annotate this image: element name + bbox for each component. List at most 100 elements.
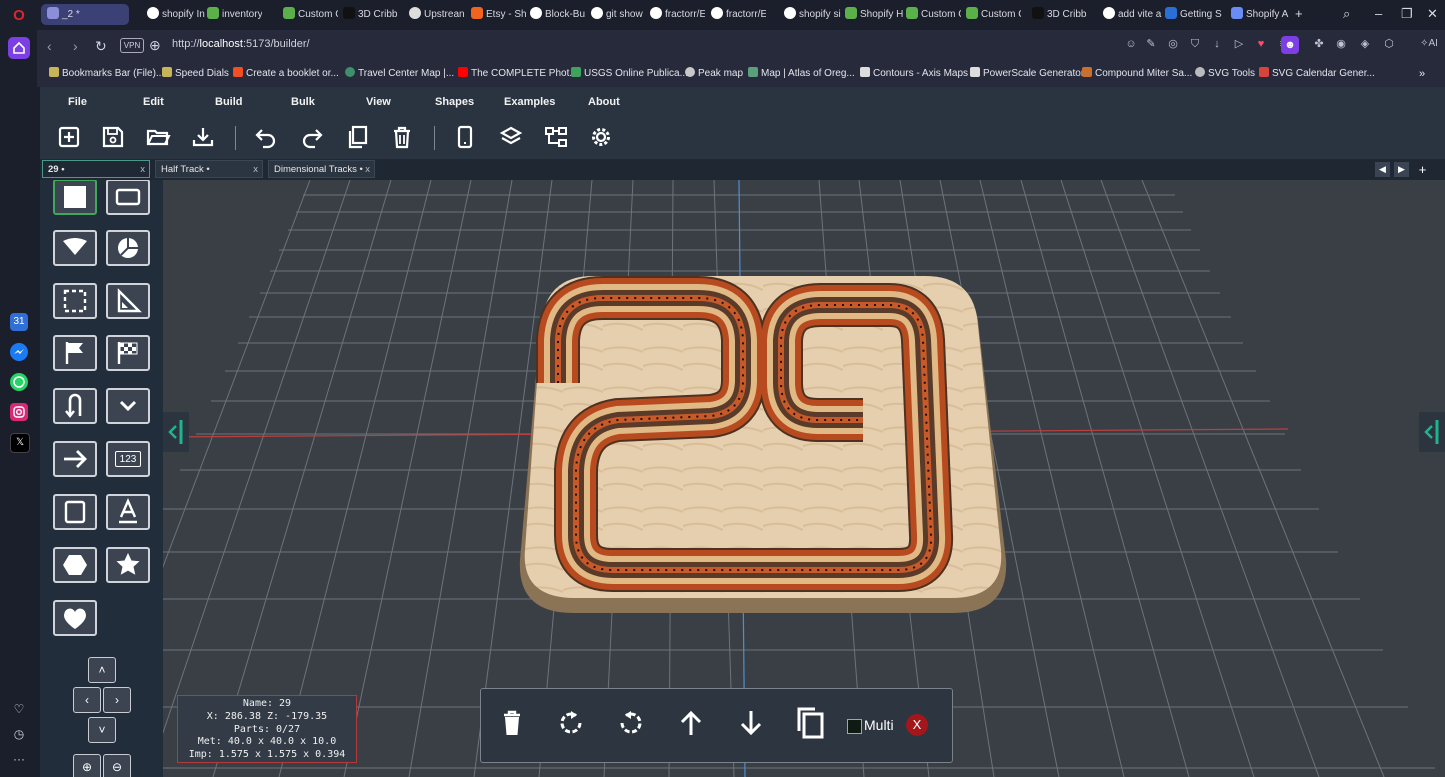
bookmark-item[interactable]: Peak map <box>685 67 743 79</box>
camera-icon[interactable]: ◎ <box>1167 38 1179 50</box>
bookmark-item[interactable]: The COMPLETE Phot... <box>458 67 578 79</box>
menu-examples[interactable]: Examples <box>504 96 555 108</box>
doc-tab-29[interactable]: 29 • x <box>42 160 150 178</box>
download-icon[interactable] <box>190 124 216 150</box>
rotate-counterclockwise-icon[interactable] <box>613 705 649 741</box>
new-file-icon[interactable] <box>56 124 82 150</box>
bookmark-item[interactable]: Contours - Axis Maps <box>860 67 968 79</box>
move-up-arrow-icon[interactable] <box>673 705 709 741</box>
browser-tab[interactable]: 3D Cribba <box>1032 4 1087 25</box>
browser-tab[interactable]: Custom C <box>966 4 1021 25</box>
extension-icon[interactable]: ◉ <box>1335 38 1347 50</box>
extension-icon[interactable]: ◈ <box>1359 38 1371 50</box>
open-folder-icon[interactable] <box>145 124 171 150</box>
site-info-icon[interactable]: ⊕ <box>149 37 161 54</box>
text-button[interactable] <box>106 494 150 530</box>
bookmark-item[interactable]: Travel Center Map |... <box>345 67 454 79</box>
start-flag-button[interactable] <box>53 335 97 371</box>
menu-shapes[interactable]: Shapes <box>435 96 474 108</box>
bookmark-item[interactable]: Speed Dials <box>162 67 229 79</box>
url-field[interactable]: http://localhost:5173/builder/ <box>172 38 310 50</box>
menu-file[interactable]: File <box>68 96 87 108</box>
more-icon[interactable]: ··· <box>10 750 28 768</box>
selection-shape-button[interactable] <box>53 283 97 319</box>
instagram-icon[interactable] <box>10 403 28 421</box>
download-icon[interactable]: ↓ <box>1211 38 1223 50</box>
heart-icon[interactable]: ♥ <box>1255 38 1267 50</box>
close-action-bar-button[interactable]: X <box>906 714 928 736</box>
counter-button[interactable]: 123 <box>106 441 150 477</box>
menu-view[interactable]: View <box>366 96 391 108</box>
ai-button[interactable]: ✧AI <box>1415 38 1443 50</box>
more-bookmarks-icon[interactable]: » <box>1419 68 1425 80</box>
history-icon[interactable]: ◷ <box>10 725 28 743</box>
close-tab-icon[interactable]: x <box>253 161 258 179</box>
bookmark-item[interactable]: Create a booklet or... <box>233 67 339 79</box>
calendar-app-icon[interactable]: 31 <box>10 313 28 331</box>
copy-selection-icon[interactable] <box>793 705 829 741</box>
search-tabs-icon[interactable]: ⌕ <box>1343 6 1350 22</box>
square-shape-button[interactable] <box>53 180 97 215</box>
browser-tab[interactable]: _2 * <box>41 4 129 25</box>
rectangle-shape-button[interactable] <box>106 180 150 215</box>
browser-tab[interactable]: inventory <box>207 4 262 25</box>
shield-icon[interactable]: ⛉ <box>1189 38 1201 50</box>
browser-tab[interactable]: add vite a <box>1103 4 1163 25</box>
scroll-tabs-left-icon[interactable]: ◀ <box>1375 162 1390 177</box>
finish-flag-button[interactable] <box>106 335 150 371</box>
browser-tab[interactable]: Getting S <box>1165 4 1223 25</box>
duplicate-icon[interactable] <box>345 124 371 150</box>
browser-tab[interactable]: Custom C <box>283 4 338 25</box>
browser-tab[interactable]: shopify In <box>147 4 207 25</box>
bookmark-item[interactable]: SVG Calendar Gener... <box>1259 67 1375 79</box>
pan-right-button[interactable]: › <box>103 687 131 713</box>
rotate-clockwise-icon[interactable] <box>553 705 589 741</box>
doc-tab-dimensional-tracks[interactable]: Dimensional Tracks • x <box>268 160 375 178</box>
close-window-icon[interactable]: ✕ <box>1427 6 1438 22</box>
delete-icon[interactable] <box>389 124 415 150</box>
hexagon-button[interactable] <box>53 547 97 583</box>
close-tab-icon[interactable]: x <box>140 161 145 179</box>
scroll-tabs-right-icon[interactable]: ▶ <box>1394 162 1409 177</box>
extensions-puzzle-icon[interactable]: ⬡ <box>1383 38 1395 50</box>
save-icon[interactable] <box>100 124 126 150</box>
multi-select-checkbox[interactable] <box>847 719 862 734</box>
hierarchy-icon[interactable] <box>543 124 569 150</box>
edit-icon[interactable]: ✎ <box>1145 38 1157 50</box>
bookmark-item[interactable]: PowerScale Generator <box>970 67 1084 79</box>
add-tab-icon[interactable]: + <box>1415 162 1430 177</box>
heart-icon[interactable]: ♡ <box>10 700 28 718</box>
multi-select-label[interactable]: Multi <box>864 717 894 733</box>
x-twitter-icon[interactable]: 𝕏 <box>10 433 30 453</box>
browser-tab[interactable]: fractorr/E <box>650 4 705 25</box>
new-tab-icon[interactable]: + <box>1295 6 1303 21</box>
browser-tab[interactable]: Upstrean <box>409 4 464 25</box>
frame-button[interactable] <box>53 494 97 530</box>
browser-tab[interactable]: shopify si <box>784 4 842 25</box>
browser-tab[interactable]: Custom C <box>906 4 961 25</box>
pan-up-button[interactable]: ˄ <box>88 657 116 683</box>
bookmark-item[interactable]: USGS Online Publica... <box>571 67 688 79</box>
pan-down-button[interactable]: ˅ <box>88 717 116 743</box>
zoom-out-button[interactable]: ⊖ <box>103 754 131 777</box>
browser-tab[interactable]: Shopify H <box>845 4 903 25</box>
browser-tab[interactable]: 3D Cribba <box>343 4 398 25</box>
set-square-button[interactable] <box>106 283 150 319</box>
browser-tab[interactable]: fractorr/E <box>711 4 766 25</box>
opera-logo-icon[interactable]: O <box>11 8 27 24</box>
menu-bulk[interactable]: Bulk <box>291 96 315 108</box>
menu-about[interactable]: About <box>588 96 620 108</box>
undo-icon[interactable] <box>253 124 279 150</box>
pie-shape-button[interactable] <box>106 230 150 266</box>
arrow-right-button[interactable] <box>53 441 97 477</box>
shield-shape-button[interactable] <box>53 230 97 266</box>
emoji-icon[interactable]: ☺ <box>1125 38 1137 50</box>
cribbage-board-model[interactable] <box>519 276 1007 613</box>
left-panel-toggle[interactable] <box>163 412 189 452</box>
delete-selection-icon[interactable] <box>494 705 530 741</box>
heart-shape-button[interactable] <box>53 600 97 636</box>
minimize-icon[interactable]: – <box>1375 6 1382 21</box>
bookmark-item[interactable]: SVG Tools <box>1195 67 1255 79</box>
play-icon[interactable]: ▷ <box>1233 38 1245 50</box>
right-panel-toggle[interactable] <box>1419 412 1445 452</box>
